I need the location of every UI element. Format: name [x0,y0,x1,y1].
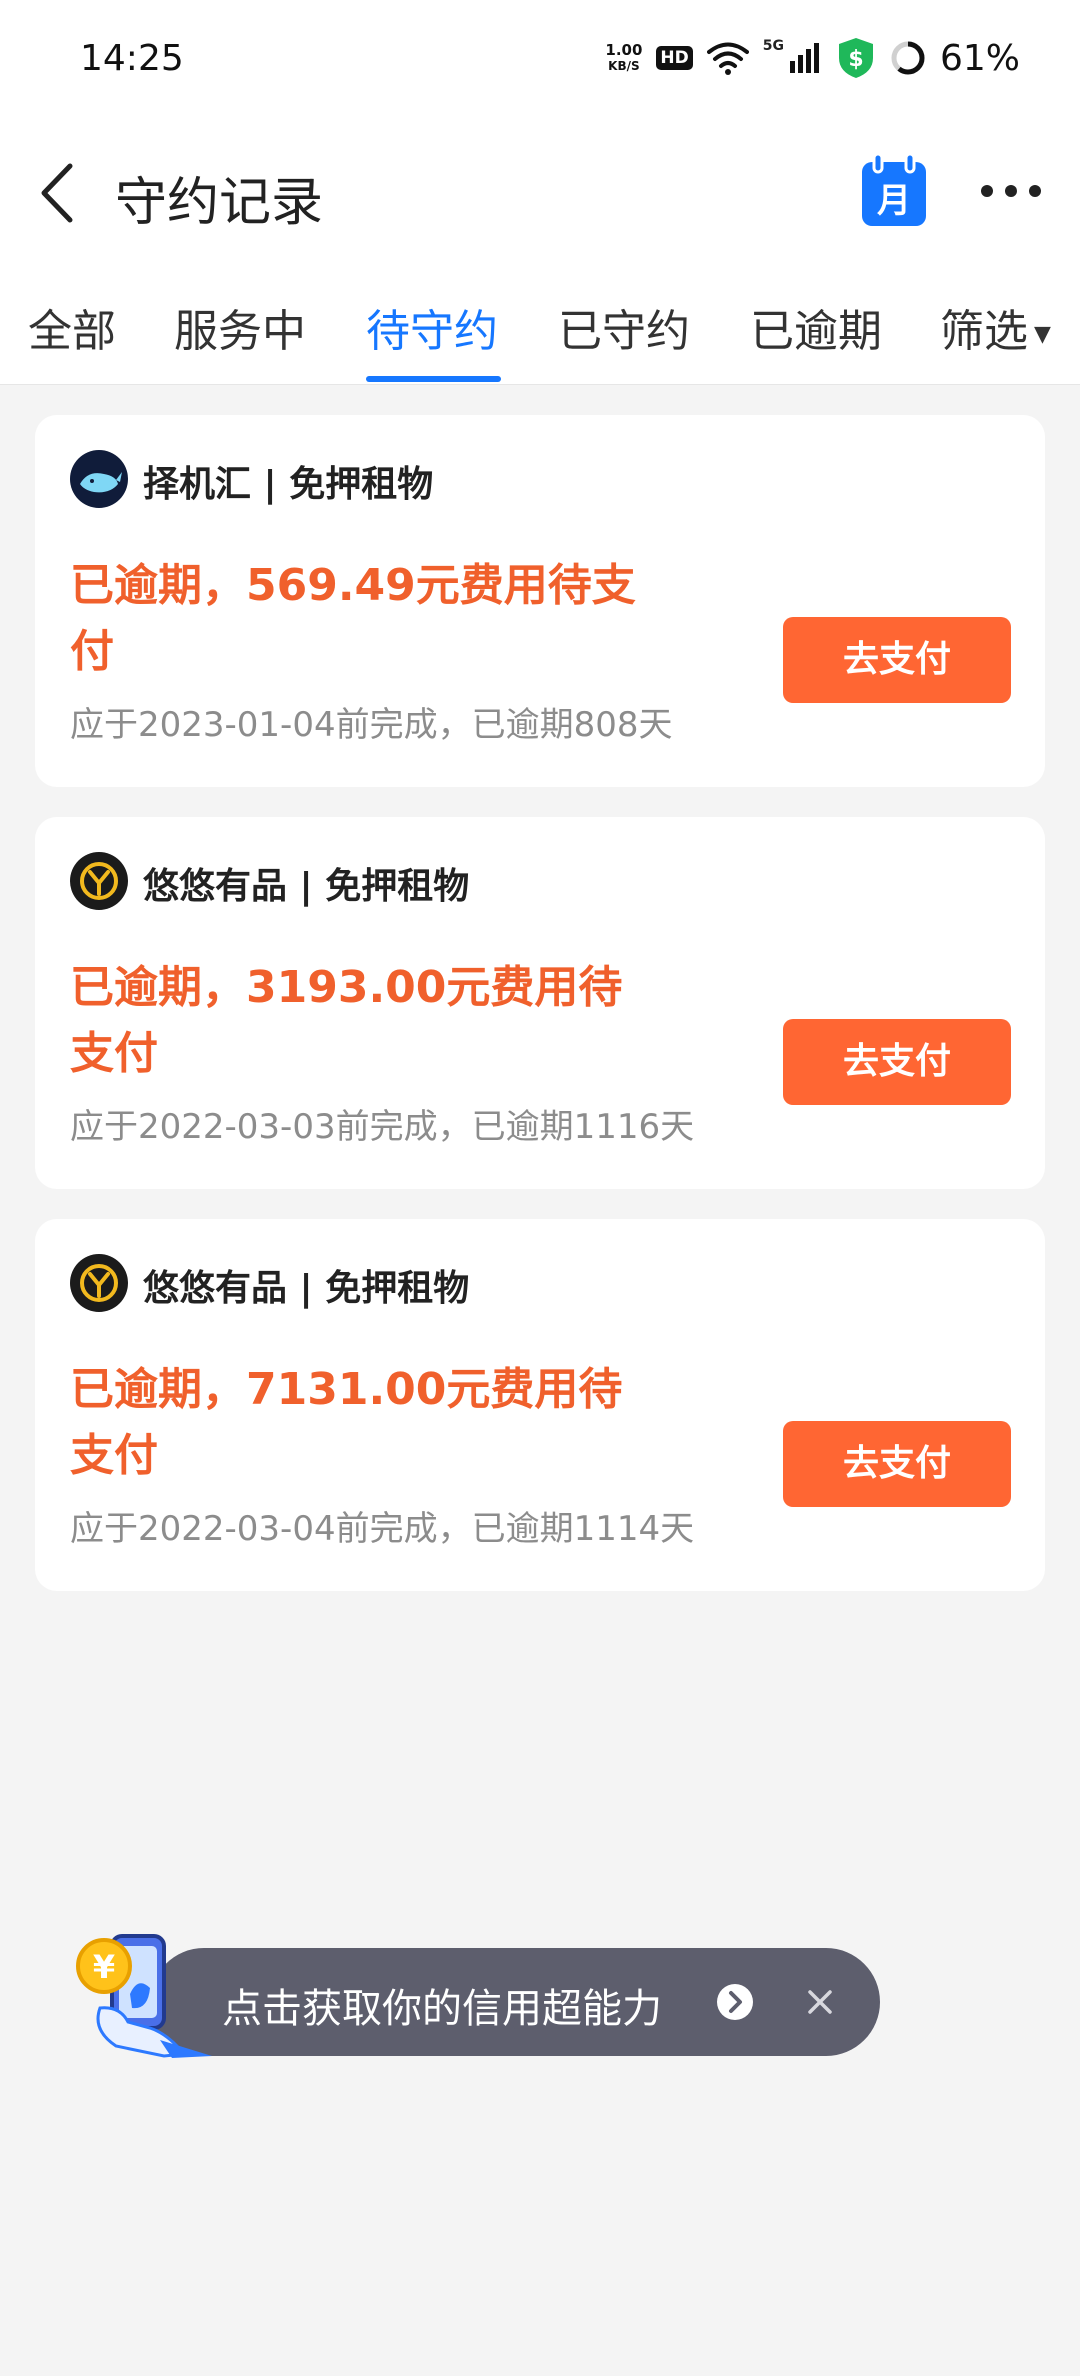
status-time: 14:25 [80,38,184,79]
page-title: 守约记录 [115,173,324,233]
tab-filter[interactable]: 筛选 ▼ [940,295,1051,359]
deadline-text: 应于2023-01-04前完成，已逾期808天 [70,705,673,745]
close-icon[interactable] [800,1982,840,2022]
overdue-status: 已逾期，569.49元费用待支付 [70,560,636,677]
credit-promo-banner[interactable]: 点击获取你的信用超能力 [150,1948,880,2056]
tab-filter-label: 筛选 [940,306,1028,357]
overdue-status: 已逾期，3193.00元费用待支付 [70,962,623,1079]
record-card[interactable]: 悠悠有品 | 免押租物 已逾期，3193.00元费用待支付 应于2022-03-… [35,817,1045,1189]
battery-percent: 61% [939,37,1020,79]
coin-symbol: ¥ [93,1948,115,1986]
signal-icon [789,43,819,73]
tab-bar: 全部 服务中 待守约 已守约 已逾期 筛选 ▼ [0,265,1080,385]
whale-logo-icon [70,450,128,508]
svg-text:$: $ [848,47,863,72]
promo-text: 点击获取你的信用超能力 [222,1986,662,2032]
calendar-button[interactable]: 月 [858,152,930,230]
overdue-status: 已逾期，7131.00元费用待支付 [70,1364,623,1481]
tab-pending[interactable]: 待守约 [366,295,498,359]
security-shield-icon: $ [838,38,873,78]
tab-all[interactable]: 全部 [28,295,116,359]
tab-overdue[interactable]: 已逾期 [750,295,882,359]
more-options-icon[interactable] [978,182,1044,200]
calendar-icon-label: 月 [877,181,911,221]
tab-fulfilled[interactable]: 已守约 [558,295,690,359]
pay-button[interactable]: 去支付 [783,617,1011,703]
chevron-right-circle-icon[interactable] [715,1982,755,2022]
pay-button[interactable]: 去支付 [783,1421,1011,1507]
dropdown-arrow-icon: ▼ [1034,321,1051,347]
network-type: 5G [762,38,784,54]
merchant-name: 择机汇 | 免押租物 [143,464,434,505]
merchant-name: 悠悠有品 | 免押租物 [143,1268,470,1309]
deadline-text: 应于2022-03-03前完成，已逾期1116天 [70,1107,695,1147]
status-icons: 1.00 KB/S HD 5G $ 61% [605,36,1020,80]
wifi-icon [706,42,749,75]
pay-button[interactable]: 去支付 [783,1019,1011,1105]
back-arrow-icon[interactable] [30,158,90,228]
network-speed: 1.00 KB/S [605,42,642,74]
yoyo-logo-icon [70,1254,128,1312]
yoyo-logo-icon [70,852,128,910]
record-card[interactable]: 择机汇 | 免押租物 已逾期，569.49元费用待支付 应于2023-01-04… [35,415,1045,787]
network-speed-value: 1.00 [605,41,643,59]
battery-ring-icon [891,41,925,75]
merchant-name: 悠悠有品 | 免押租物 [143,866,470,907]
phone-coin-illustration-icon: ¥ [76,1934,212,2058]
calendar-icon: 月 [862,152,926,226]
status-bar: 14:25 1.00 KB/S HD 5G $ 61% [0,0,1080,120]
deadline-text: 应于2022-03-04前完成，已逾期1114天 [70,1509,695,1549]
active-tab-indicator [366,376,501,382]
hd-badge-icon: HD [656,46,693,70]
header-bar: 守约记录 月 [0,120,1080,265]
tab-in-service[interactable]: 服务中 [174,295,306,359]
network-speed-unit: KB/S [608,59,640,73]
record-card[interactable]: 悠悠有品 | 免押租物 已逾期，7131.00元费用待支付 应于2022-03-… [35,1219,1045,1591]
